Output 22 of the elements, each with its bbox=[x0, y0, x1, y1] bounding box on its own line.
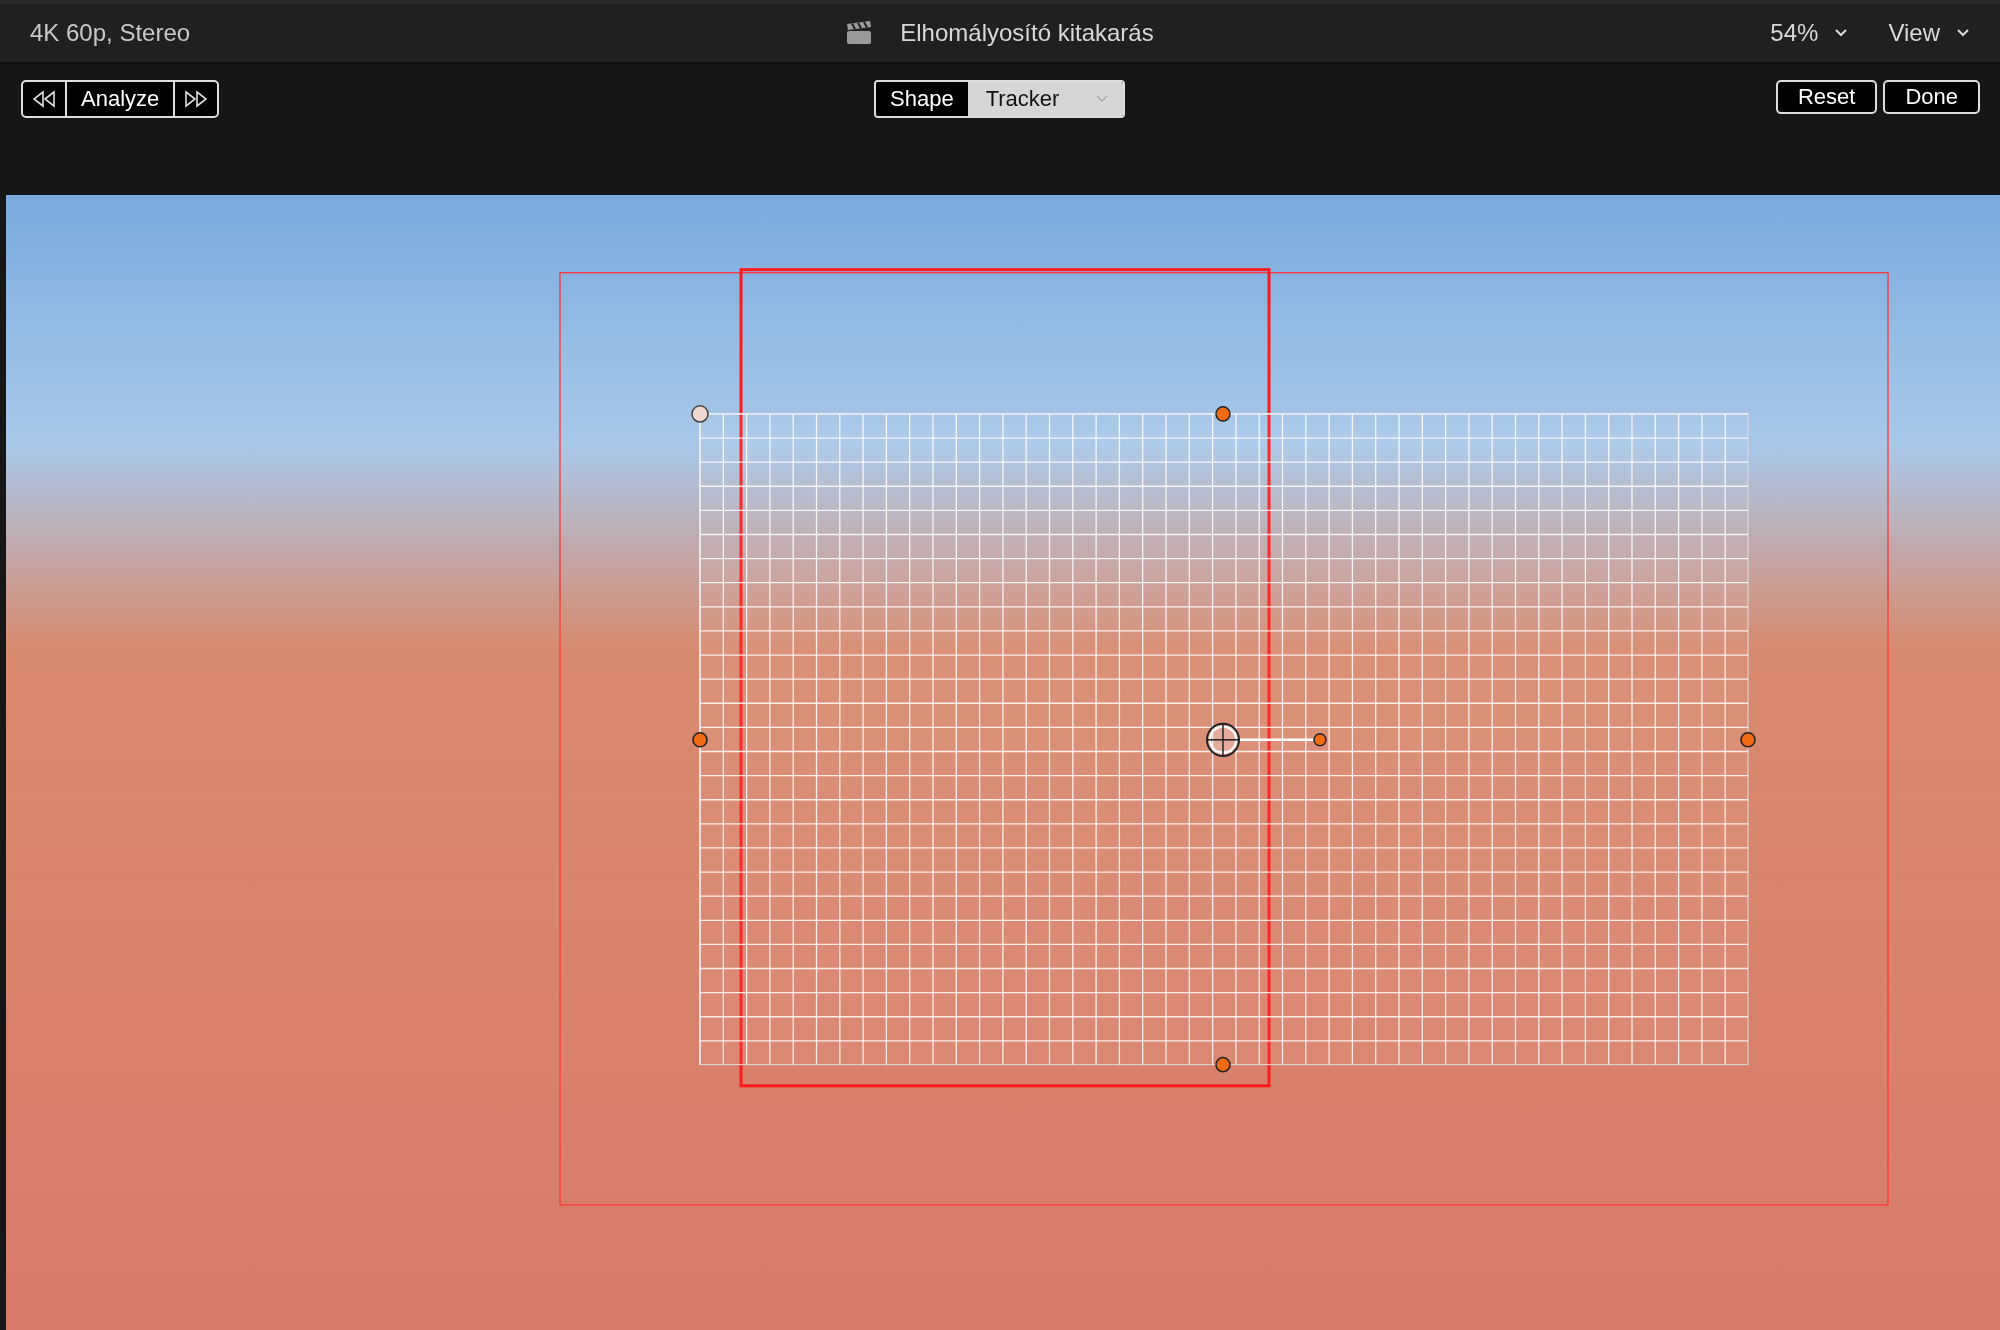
tracker-region-outline[interactable] bbox=[739, 268, 1271, 1088]
edge-handle[interactable] bbox=[1215, 1056, 1231, 1073]
clapperboard-icon bbox=[846, 21, 873, 45]
center-handle[interactable] bbox=[1206, 722, 1240, 757]
corner-handle[interactable] bbox=[691, 405, 709, 423]
action-button[interactable]: Reset bbox=[1775, 80, 1878, 114]
rotation-handle[interactable] bbox=[1313, 733, 1327, 747]
video-format-text: 4K 60p, Stereo bbox=[30, 19, 191, 47]
edge-handle[interactable] bbox=[692, 732, 708, 748]
mode-tab[interactable]: Tracker bbox=[967, 82, 1124, 116]
clip-title: Elhomályosító kitakarás bbox=[900, 19, 1154, 47]
action-button[interactable]: Done bbox=[1883, 80, 1980, 114]
view-dropdown[interactable]: View bbox=[1888, 19, 1970, 47]
edge-handle[interactable] bbox=[1740, 732, 1756, 748]
zoom-dropdown[interactable]: 54% bbox=[1770, 19, 1849, 47]
chevron-down-icon bbox=[1956, 28, 1970, 38]
chevron-down-icon bbox=[1095, 94, 1110, 104]
edge-handle[interactable] bbox=[1215, 406, 1231, 422]
rewind-icon bbox=[31, 90, 57, 108]
mode-tab[interactable]: Shape bbox=[876, 82, 968, 116]
chevron-down-icon bbox=[1834, 28, 1849, 38]
fast-forward-icon bbox=[183, 90, 210, 108]
